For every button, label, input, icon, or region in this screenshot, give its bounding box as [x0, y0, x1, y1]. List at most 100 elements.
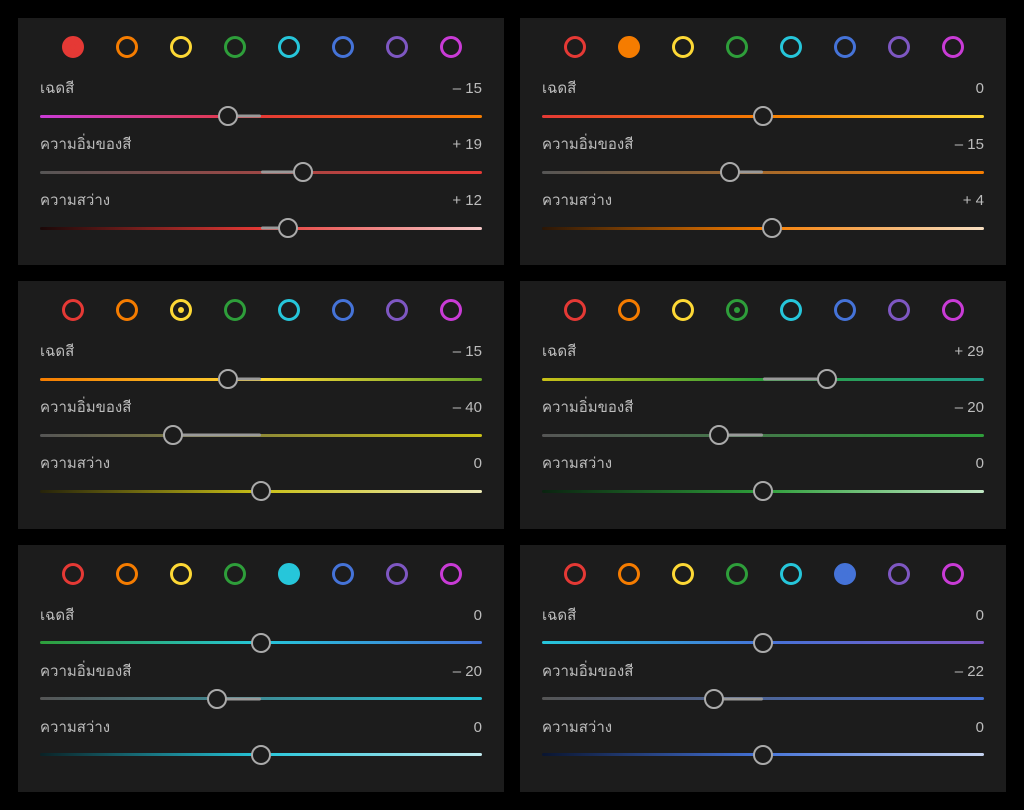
saturation-thumb[interactable] [709, 425, 729, 445]
saturation-slider[interactable] [542, 162, 984, 182]
swatch-red[interactable] [564, 563, 586, 585]
luminance-value: 0 [442, 455, 482, 472]
hue-thumb[interactable] [218, 106, 238, 126]
luminance-slider[interactable] [40, 218, 482, 238]
luminance-thumb[interactable] [762, 218, 782, 238]
hue-slider[interactable] [542, 633, 984, 653]
hue-thumb[interactable] [218, 369, 238, 389]
swatch-red[interactable] [564, 36, 586, 58]
swatch-orange[interactable] [116, 299, 138, 321]
swatch-orange[interactable] [618, 299, 640, 321]
saturation-value: – 15 [944, 136, 984, 153]
luminance-slider[interactable] [542, 218, 984, 238]
hsl-panel-orange: เฉดสี0ความอิ่มของสี– 15ความสว่าง+ 4 [520, 18, 1006, 265]
swatch-magenta[interactable] [942, 36, 964, 58]
swatch-magenta[interactable] [440, 36, 462, 58]
swatch-purple[interactable] [386, 563, 408, 585]
swatch-orange[interactable] [618, 563, 640, 585]
swatch-blue[interactable] [332, 36, 354, 58]
luminance-thumb[interactable] [251, 745, 271, 765]
hue-slider[interactable] [40, 369, 482, 389]
swatch-magenta[interactable] [440, 563, 462, 585]
swatch-purple[interactable] [386, 36, 408, 58]
hue-slider-row: เฉดสี0 [40, 603, 482, 653]
hue-thumb[interactable] [817, 369, 837, 389]
saturation-thumb[interactable] [163, 425, 183, 445]
hue-thumb[interactable] [753, 633, 773, 653]
swatch-magenta[interactable] [942, 299, 964, 321]
swatch-green[interactable] [224, 299, 246, 321]
swatch-red[interactable] [62, 563, 84, 585]
swatch-aqua[interactable] [278, 563, 300, 585]
swatch-yellow[interactable] [170, 36, 192, 58]
hue-value: – 15 [442, 343, 482, 360]
swatch-yellow[interactable] [672, 36, 694, 58]
hue-slider[interactable] [542, 369, 984, 389]
saturation-thumb[interactable] [207, 689, 227, 709]
luminance-slider[interactable] [542, 481, 984, 501]
saturation-thumb[interactable] [293, 162, 313, 182]
swatch-orange[interactable] [618, 36, 640, 58]
swatch-aqua[interactable] [278, 299, 300, 321]
saturation-slider-row: ความอิ่มของสี– 20 [542, 395, 984, 445]
swatch-orange[interactable] [116, 563, 138, 585]
swatch-blue[interactable] [332, 299, 354, 321]
saturation-value: + 19 [442, 136, 482, 153]
swatch-yellow[interactable] [170, 299, 192, 321]
swatch-blue[interactable] [834, 563, 856, 585]
saturation-thumb[interactable] [704, 689, 724, 709]
swatch-green[interactable] [224, 563, 246, 585]
swatch-purple[interactable] [888, 299, 910, 321]
swatch-aqua[interactable] [278, 36, 300, 58]
hsl-panel-yellow: เฉดสี– 15ความอิ่มของสี– 40ความสว่าง0 [18, 281, 504, 528]
hue-value: – 15 [442, 80, 482, 97]
luminance-thumb[interactable] [753, 745, 773, 765]
luminance-slider-row: ความสว่าง0 [40, 451, 482, 501]
swatch-red[interactable] [62, 36, 84, 58]
swatch-green[interactable] [726, 299, 748, 321]
hue-slider-row: เฉดสี0 [542, 603, 984, 653]
swatch-magenta[interactable] [942, 563, 964, 585]
saturation-slider[interactable] [40, 162, 482, 182]
hue-slider[interactable] [40, 106, 482, 126]
saturation-slider[interactable] [40, 425, 482, 445]
swatch-aqua[interactable] [780, 563, 802, 585]
saturation-slider[interactable] [542, 689, 984, 709]
color-swatch-row [542, 299, 984, 321]
swatch-yellow[interactable] [170, 563, 192, 585]
swatch-red[interactable] [564, 299, 586, 321]
saturation-slider[interactable] [40, 689, 482, 709]
saturation-label: ความอิ่มของสี [542, 659, 633, 683]
luminance-thumb[interactable] [278, 218, 298, 238]
luminance-slider[interactable] [40, 745, 482, 765]
swatch-orange[interactable] [116, 36, 138, 58]
hue-slider[interactable] [542, 106, 984, 126]
swatch-purple[interactable] [888, 36, 910, 58]
luminance-slider[interactable] [40, 481, 482, 501]
swatch-blue[interactable] [834, 36, 856, 58]
luminance-thumb[interactable] [753, 481, 773, 501]
swatch-purple[interactable] [888, 563, 910, 585]
hue-slider[interactable] [40, 633, 482, 653]
swatch-blue[interactable] [834, 299, 856, 321]
swatch-red[interactable] [62, 299, 84, 321]
luminance-slider[interactable] [542, 745, 984, 765]
swatch-green[interactable] [224, 36, 246, 58]
saturation-slider[interactable] [542, 425, 984, 445]
saturation-label: ความอิ่มของสี [40, 395, 131, 419]
hue-thumb[interactable] [251, 633, 271, 653]
hue-value: + 29 [944, 343, 984, 360]
hue-thumb[interactable] [753, 106, 773, 126]
swatch-magenta[interactable] [440, 299, 462, 321]
saturation-thumb[interactable] [720, 162, 740, 182]
swatch-purple[interactable] [386, 299, 408, 321]
saturation-label: ความอิ่มของสี [542, 395, 633, 419]
swatch-blue[interactable] [332, 563, 354, 585]
swatch-green[interactable] [726, 563, 748, 585]
swatch-aqua[interactable] [780, 299, 802, 321]
swatch-yellow[interactable] [672, 563, 694, 585]
swatch-yellow[interactable] [672, 299, 694, 321]
swatch-green[interactable] [726, 36, 748, 58]
luminance-thumb[interactable] [251, 481, 271, 501]
swatch-aqua[interactable] [780, 36, 802, 58]
